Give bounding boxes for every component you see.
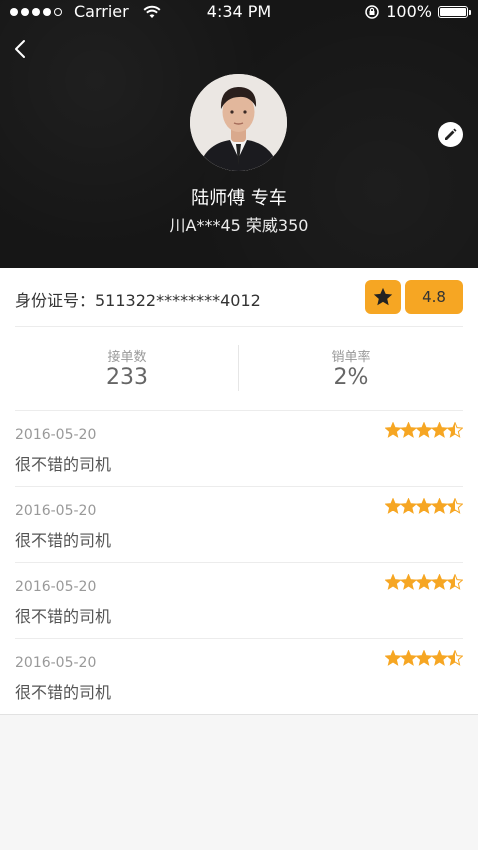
star-icon	[401, 422, 416, 437]
review-comment: 很不错的司机	[15, 455, 112, 474]
star-icon	[416, 422, 432, 437]
star-icon	[432, 650, 447, 665]
driver-avatar	[190, 74, 287, 171]
orders-label: 接单数	[107, 350, 147, 365]
back-button[interactable]	[12, 38, 32, 60]
review-stars	[385, 574, 463, 590]
battery-percent: 100%	[386, 2, 432, 21]
star-icon	[432, 422, 447, 437]
star-icon	[401, 650, 416, 665]
rating-score: 4.8	[405, 280, 463, 314]
vehicle-plate: 川A***45 荣威350	[169, 216, 309, 235]
star-icon	[432, 498, 447, 513]
star-icon	[416, 650, 432, 665]
star-icon	[401, 574, 416, 589]
avatar-portrait	[190, 74, 287, 171]
review-comment: 很不错的司机	[15, 607, 112, 626]
orders-value: 233	[106, 365, 148, 390]
stats-row: 接单数 233 销单率 2%	[15, 326, 463, 411]
star-icon	[385, 498, 401, 513]
review-item: 2016-05-20 很不错的司机	[15, 486, 463, 563]
status-bar: Carrier 4:34 PM 100%	[0, 0, 478, 24]
cancel-label: 销单率	[331, 350, 371, 365]
pencil-icon	[445, 128, 457, 140]
id-number: 身份证号：511322********4012	[15, 291, 261, 310]
driver-name: 陆师傅 专车	[191, 188, 287, 209]
review-date: 2016-05-20	[15, 655, 97, 671]
star-icon	[373, 287, 393, 306]
cancel-stat: 销单率 2%	[239, 326, 463, 410]
review-comment: 很不错的司机	[15, 531, 112, 550]
driver-info-card: 身份证号：511322********4012 4.8 接单数 233 销单率 …	[0, 268, 478, 715]
chevron-left-icon	[15, 40, 25, 58]
review-stars	[385, 650, 463, 666]
review-date: 2016-05-20	[15, 579, 97, 595]
star-icon	[385, 650, 401, 665]
review-item: 2016-05-20 很不错的司机	[15, 638, 463, 714]
battery-icon	[438, 6, 471, 18]
star-icon	[416, 498, 432, 513]
profile-header: Carrier 4:34 PM 100% 陆师傅 专车 川A***45 荣威35…	[0, 0, 478, 268]
orders-stat: 接单数 233	[15, 326, 239, 410]
rating-star-badge	[365, 280, 401, 314]
id-row: 身份证号：511322********4012 4.8	[15, 268, 463, 327]
star-icon	[401, 498, 416, 513]
star-icon	[432, 574, 447, 589]
review-date: 2016-05-20	[15, 427, 97, 443]
star-icon	[385, 422, 401, 437]
star-icon	[416, 574, 432, 589]
review-item: 2016-05-20 很不错的司机	[15, 410, 463, 487]
review-item: 2016-05-20 很不错的司机	[15, 562, 463, 639]
rotation-lock-icon	[365, 5, 379, 19]
review-date: 2016-05-20	[15, 503, 97, 519]
cancel-value: 2%	[333, 365, 369, 390]
star-icon	[385, 574, 401, 589]
review-stars	[385, 498, 463, 514]
review-comment: 很不错的司机	[15, 683, 112, 702]
review-stars	[385, 422, 463, 438]
edit-button[interactable]	[438, 122, 463, 147]
